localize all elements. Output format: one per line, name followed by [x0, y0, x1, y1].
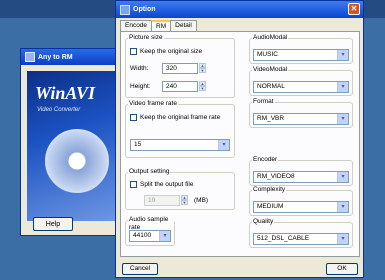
split-output-checkbox[interactable]	[130, 181, 137, 188]
bg-window-titlebar[interactable]: Any to RM	[21, 49, 127, 65]
picture-size-group: Picture size Keep the original size Widt…	[125, 34, 235, 98]
split-size-stepper[interactable]: ▲ ▼	[181, 195, 188, 206]
dialog-title: Option	[133, 6, 156, 13]
chevron-down-icon[interactable]: ▾	[337, 82, 348, 92]
format-title: Format	[252, 98, 275, 106]
output-setting-title: Output setting	[128, 168, 171, 176]
quality-value: 512_DSL_CABLE	[257, 235, 310, 242]
complexity-select[interactable]: MEDIUM ▾	[253, 201, 349, 213]
height-label: Height:	[130, 83, 151, 90]
output-setting-group: Output setting Split the output file 10 …	[125, 168, 235, 210]
keep-size-label: Keep the original size	[140, 48, 203, 55]
split-size-unit: (MB)	[194, 197, 209, 204]
chevron-down-icon[interactable]: ▾	[337, 202, 348, 212]
quality-select[interactable]: 512_DSL_CABLE ▾	[253, 233, 349, 245]
tab-encode[interactable]: Encode	[120, 20, 153, 31]
splash-logo: WinAVI	[35, 83, 96, 103]
bg-window-title: Any to RM	[38, 53, 73, 61]
audio-rate-group: Audio sample rate 44100 ▾	[125, 216, 175, 246]
audio-modal-title: AudioModal	[252, 34, 289, 42]
width-stepper[interactable]: ▲ ▼	[199, 63, 206, 74]
tab-strip: Encode RM Detail	[120, 20, 197, 32]
keep-frame-rate-checkbox[interactable]	[130, 114, 137, 121]
encoder-value: RM_VIDEO8	[257, 173, 295, 180]
height-stepper[interactable]: ▲ ▼	[199, 81, 206, 92]
spin-down-icon[interactable]: ▼	[199, 68, 206, 73]
complexity-group: Complexity MEDIUM ▾	[249, 186, 353, 216]
encoder-title: Encoder	[252, 156, 279, 164]
format-group: Format RM_VBR ▾	[249, 98, 353, 128]
split-output-label: Split the output file	[140, 181, 194, 188]
disc-icon	[45, 129, 109, 193]
audio-modal-value: MUSIC	[257, 51, 278, 58]
spin-down-icon[interactable]: ▼	[199, 86, 206, 91]
chevron-down-icon[interactable]: ▾	[218, 140, 229, 150]
frame-rate-value: 15	[134, 141, 142, 148]
chevron-down-icon[interactable]: ▾	[159, 231, 170, 241]
splash-subtitle: Video Converter	[37, 107, 81, 113]
format-value: RM_VBR	[257, 115, 285, 122]
complexity-title: Complexity	[252, 186, 287, 194]
split-size-field[interactable]: 10	[144, 195, 180, 206]
frame-rate-select[interactable]: 15 ▾	[130, 139, 230, 151]
quality-title: Quality	[252, 218, 275, 226]
close-button[interactable]: ✕	[348, 3, 360, 15]
height-field[interactable]: 240	[162, 81, 198, 92]
spin-down-icon[interactable]: ▼	[181, 200, 188, 205]
dialog-titlebar[interactable]: Option ✕	[116, 1, 363, 18]
chevron-down-icon[interactable]: ▾	[337, 50, 348, 60]
quality-group: Quality 512_DSL_CABLE ▾	[249, 218, 353, 248]
chevron-down-icon[interactable]: ▾	[337, 114, 348, 124]
audio-rate-value: 44100	[133, 232, 152, 239]
option-dialog[interactable]: Option ✕ Encode RM Detail Picture size K…	[115, 0, 364, 278]
width-field[interactable]: 320	[162, 63, 198, 74]
width-label: Width:	[130, 65, 149, 72]
ok-button[interactable]: OK	[326, 263, 358, 275]
app-icon	[25, 52, 35, 62]
video-modal-value: NORMAL	[257, 83, 285, 90]
video-modal-title: VideoModal	[252, 66, 289, 74]
help-button[interactable]: Help	[33, 217, 73, 231]
splash-image: WinAVI Video Converter	[27, 71, 121, 221]
encoder-select[interactable]: RM_VIDEO8 ▾	[253, 171, 349, 183]
picture-size-title: Picture size	[128, 34, 164, 42]
frame-rate-title: Video frame rate	[128, 100, 178, 108]
video-modal-group: VideoModal NORMAL ▾	[249, 66, 353, 96]
cancel-button[interactable]: Cancel	[122, 263, 158, 275]
keep-size-checkbox[interactable]	[130, 48, 137, 55]
video-modal-select[interactable]: NORMAL ▾	[253, 81, 349, 93]
keep-frame-rate-label: Keep the original frame rate	[140, 114, 221, 121]
chevron-down-icon[interactable]: ▾	[337, 234, 348, 244]
rm-tab-panel: Picture size Keep the original size Widt…	[120, 31, 360, 257]
complexity-value: MEDIUM	[257, 203, 284, 210]
audio-modal-group: AudioModal MUSIC ▾	[249, 34, 353, 64]
format-select[interactable]: RM_VBR ▾	[253, 113, 349, 125]
dialog-app-icon	[120, 4, 130, 15]
any-to-rm-window[interactable]: Any to RM WinAVI Video Converter Help	[20, 48, 128, 236]
chevron-down-icon[interactable]: ▾	[337, 172, 348, 182]
audio-modal-select[interactable]: MUSIC ▾	[253, 49, 349, 61]
frame-rate-group: Video frame rate Keep the original frame…	[125, 100, 235, 158]
close-icon: ✕	[350, 4, 358, 13]
encoder-group: Encoder RM_VIDEO8 ▾	[249, 156, 353, 186]
tab-detail[interactable]: Detail	[170, 20, 197, 31]
audio-rate-select[interactable]: 44100 ▾	[129, 230, 171, 242]
